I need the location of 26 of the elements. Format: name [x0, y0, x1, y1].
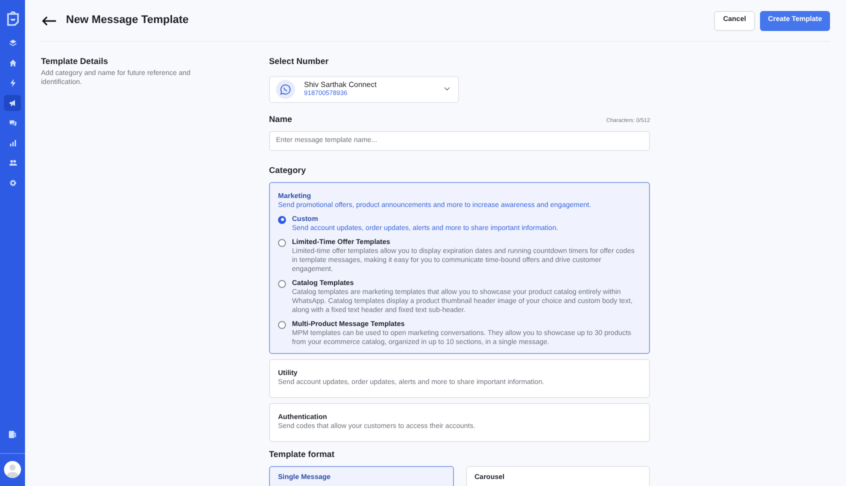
bar-chart-icon — [8, 139, 16, 147]
field-label: Select Number — [269, 55, 330, 68]
chevron-down-icon — [444, 87, 450, 92]
users-icon — [8, 159, 16, 167]
whatsapp-icon — [276, 80, 295, 99]
chat-icon — [8, 119, 16, 127]
category-option[interactable] — [269, 182, 650, 354]
radio-button[interactable] — [278, 238, 286, 247]
settings-icon — [8, 179, 16, 187]
logo-icon — [6, 10, 20, 26]
radio-button[interactable] — [278, 320, 286, 329]
home-icon — [8, 59, 16, 67]
field-label: Category — [269, 164, 307, 176]
user-avatar[interactable] — [4, 461, 21, 478]
sidebar-item[interactable] — [4, 95, 21, 111]
field-label: Template format — [269, 448, 336, 461]
radio-button[interactable] — [278, 280, 286, 288]
radio-button[interactable] — [278, 216, 286, 224]
field-label: Name — [269, 112, 292, 126]
document-icon[interactable] — [8, 430, 17, 439]
section-title: Template Details — [41, 55, 109, 68]
megaphone-icon — [8, 99, 16, 107]
page-title: New Message Template — [66, 13, 189, 28]
lightning-icon — [8, 79, 16, 87]
back-arrow-icon[interactable] — [42, 16, 57, 26]
layers-icon — [8, 39, 16, 47]
